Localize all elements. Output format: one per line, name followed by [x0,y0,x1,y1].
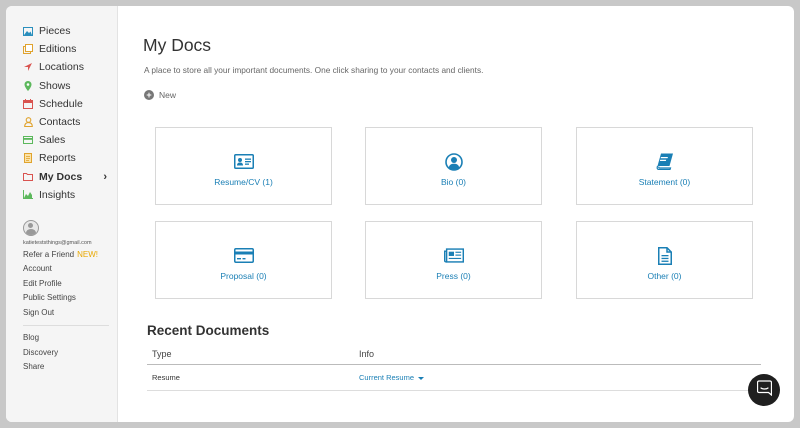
doc-card-label: Bio (0) [440,177,467,187]
doc-card-label: Press (0) [436,271,471,281]
sidebar-item-editions[interactable]: Editions [6,40,117,58]
public-settings-link[interactable]: Public Settings [23,291,117,306]
user-circle-icon [444,152,464,171]
sidebar-item-label: Pieces [39,25,71,38]
main-content: My Docs A place to store all your import… [119,6,794,422]
plus-circle-icon: + [144,90,154,100]
new-badge: NEW! [77,249,99,259]
sidebar-item-contacts[interactable]: Contacts [6,113,117,131]
id-card-icon [233,153,254,170]
sidebar-item-label: Insights [39,188,76,201]
chat-launcher-button[interactable] [748,374,780,406]
doc-card-label: Statement (0) [638,177,691,187]
calendar-icon [23,98,33,109]
new-label: New [159,90,177,100]
table-row: Resume Current Resume [147,365,761,391]
book-icon [655,153,675,170]
page-title: My Docs [143,35,212,55]
sidebar-item-schedule[interactable]: Schedule [6,95,117,113]
sidebar-item-label: Shows [39,79,71,92]
doc-card-bio[interactable]: Bio (0) [365,127,542,205]
chat-icon [756,379,772,401]
account-link[interactable]: Account [23,262,117,277]
newspaper-icon [443,247,464,264]
share-link[interactable]: Share [23,360,117,375]
sidebar-item-insights[interactable]: Insights [6,186,117,204]
column-header-info: Info [359,349,375,359]
sidebar-item-reports[interactable]: Reports [6,149,117,167]
edit-profile-link[interactable]: Edit Profile [23,277,117,292]
doc-card-statement[interactable]: Statement (0) [576,127,753,205]
editions-icon [23,44,33,55]
refer-friend-label: Refer a Friend [23,249,75,259]
location-arrow-icon [23,62,33,72]
sidebar-nav: Pieces Editions Locations Shows Schedule… [6,6,117,204]
account-section: katieteststhings@gmail.com Refer a Frien… [6,219,117,321]
sidebar-item-label: Schedule [39,97,83,110]
credit-card-icon [23,135,33,145]
refer-friend-link[interactable]: Refer a Friend NEW! [23,248,117,263]
sidebar-item-label: Sales [39,134,66,147]
sidebar-item-label: Contacts [39,116,81,129]
sidebar-item-my-docs[interactable]: My Docs › [6,168,117,186]
sidebar-item-label: Locations [39,61,84,74]
doc-card-resume[interactable]: Resume/CV (1) [155,127,332,205]
current-resume-dropdown[interactable]: Current Resume [359,373,425,382]
caret-down-icon [418,376,425,380]
doc-card-press[interactable]: Press (0) [365,221,542,299]
column-header-type: Type [152,349,172,359]
doc-card-label: Resume/CV (1) [214,177,273,187]
user-email: katieteststhings@gmail.com [23,239,92,246]
sidebar-item-locations[interactable]: Locations [6,58,117,76]
sidebar-item-pieces[interactable]: Pieces [6,22,117,40]
doc-card-proposal[interactable]: Proposal (0) [155,221,332,299]
sidebar-item-sales[interactable]: Sales [6,131,117,149]
chevron-right-icon: › [103,170,107,183]
page-subtitle: A place to store all your important docu… [144,65,484,75]
account-links: Refer a Friend NEW! Account Edit Profile … [23,248,117,321]
app-window: Pieces Editions Locations Shows Schedule… [6,6,794,422]
row-type: Resume [152,373,180,382]
user-icon [23,117,33,128]
file-text-icon [655,246,675,265]
sidebar-item-label: Reports [39,152,76,165]
map-pin-icon [23,80,33,91]
sidebar-item-shows[interactable]: Shows [6,77,117,95]
new-document-button[interactable]: + New [144,90,176,100]
image-icon [23,26,33,36]
recent-documents-header: Type Info [147,348,761,365]
blog-link[interactable]: Blog [23,331,117,346]
doc-card-label: Proposal (0) [220,271,267,281]
sidebar-divider [23,325,109,327]
report-icon [23,153,33,164]
credit-card-icon [233,247,254,264]
area-chart-icon [23,190,33,200]
doc-card-label: Other (0) [647,271,682,281]
secondary-links: Blog Discovery Share [6,331,117,375]
sidebar-item-label: Editions [39,43,77,56]
avatar[interactable] [23,219,39,236]
sidebar-item-label: My Docs [39,170,83,183]
folder-icon [23,172,33,182]
current-resume-label: Current Resume [359,373,415,382]
doc-card-other[interactable]: Other (0) [576,221,753,299]
recent-documents-title: Recent Documents [147,323,270,338]
discovery-link[interactable]: Discovery [23,346,117,361]
sign-out-link[interactable]: Sign Out [23,306,117,321]
sidebar: Pieces Editions Locations Shows Schedule… [6,6,118,422]
